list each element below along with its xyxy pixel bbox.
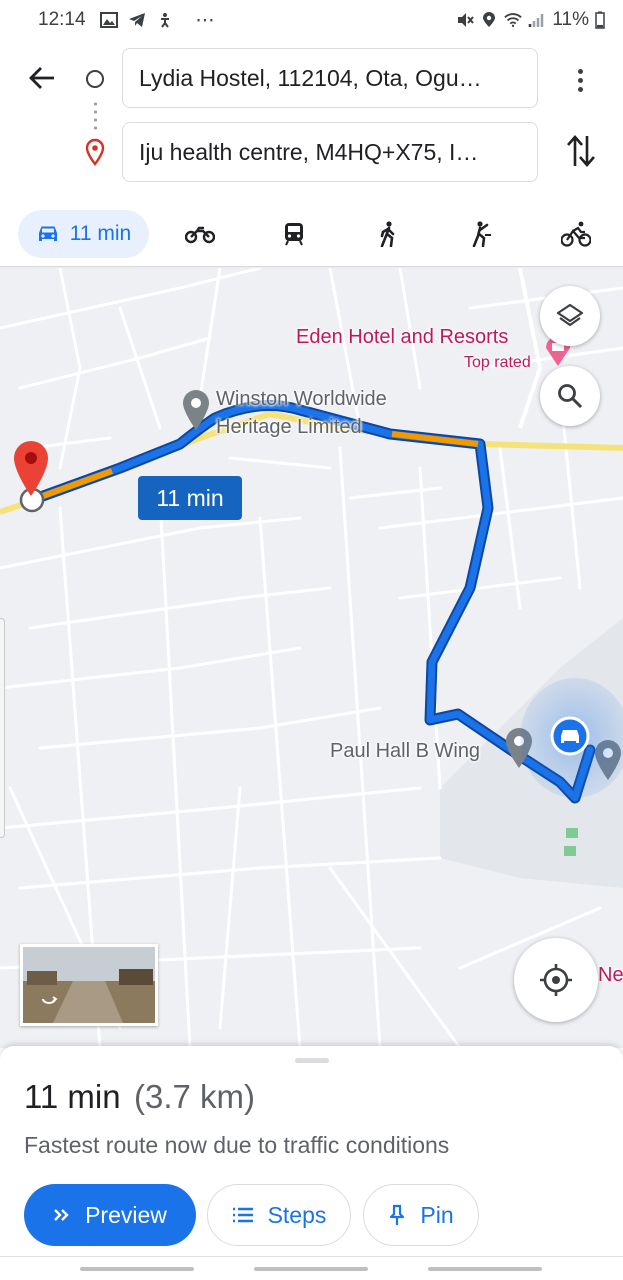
route-duration: 11 min [24, 1078, 121, 1115]
mode-walking[interactable] [341, 210, 435, 258]
status-bar: 12:14 ⋯ 11% [0, 0, 623, 40]
wifi-icon [504, 13, 523, 28]
walk-icon [380, 221, 395, 247]
map-search-button[interactable] [540, 366, 600, 426]
steps-label: Steps [267, 1201, 327, 1228]
park-icon [564, 828, 578, 856]
signal-icon [529, 14, 544, 27]
route-eta-badge[interactable]: 11 min [138, 476, 242, 520]
accessibility-icon [160, 13, 169, 28]
map-label-edge: Ne [598, 964, 623, 986]
street-view-thumbnail[interactable] [20, 944, 158, 1026]
nav-recents-button[interactable] [80, 1267, 194, 1271]
nav-home-button[interactable] [254, 1267, 368, 1271]
travel-mode-bar: 11 min [0, 200, 623, 268]
location-icon [483, 12, 496, 27]
pin-icon [390, 1204, 405, 1225]
pin-button[interactable]: Pin [363, 1184, 479, 1246]
origin-field[interactable]: Lydia Hostel, 112104, Ota, Ogu… [122, 48, 538, 108]
crosshair-icon [540, 964, 572, 996]
more-options-button[interactable] [566, 62, 594, 98]
layers-icon [556, 303, 584, 327]
destination-pin-icon [85, 138, 105, 166]
directions-header: Lydia Hostel, 112104, Ota, Ogu… Iju heal… [0, 40, 623, 268]
map-label-winston-2[interactable]: Heritage Limited [216, 414, 362, 440]
street-view-image [23, 947, 155, 1023]
swap-directions-button[interactable] [564, 132, 598, 170]
battery-percent: 11% [552, 9, 589, 30]
telegram-icon [128, 13, 145, 27]
left-edge-handle[interactable] [0, 618, 5, 838]
route-summary-sheet[interactable]: 11 min (3.7 km) Fastest route now due to… [0, 1046, 623, 1280]
transit-icon [284, 223, 303, 246]
mode-driving[interactable]: 11 min [18, 210, 149, 258]
motorcycle-icon [184, 226, 215, 244]
winston-pin-icon[interactable] [180, 388, 212, 432]
back-button[interactable] [24, 60, 60, 96]
gallery-icon [99, 12, 118, 28]
double-chevron-icon [54, 1209, 69, 1221]
mute-icon [458, 13, 475, 27]
destination-text: Iju health centre, M4HQ+X75, I… [139, 138, 479, 165]
map-view[interactable]: Eden Hotel and Resorts Top rated Winston… [0, 268, 623, 1048]
origin-circle-icon [86, 70, 104, 88]
mode-driving-time: 11 min [69, 222, 132, 245]
more-notifications-icon: ⋯ [195, 9, 215, 31]
destination-field[interactable]: Iju health centre, M4HQ+X75, I… [122, 122, 538, 182]
bike-icon [560, 221, 591, 247]
my-location-button[interactable] [514, 938, 598, 1022]
map-label-paul-hall[interactable]: Paul Hall B Wing [330, 738, 480, 764]
steps-button[interactable]: Steps [207, 1184, 351, 1246]
preview-button[interactable]: Preview [24, 1184, 196, 1246]
mode-motorcycle[interactable] [153, 210, 247, 258]
map-label-eden-top-rated: Top rated [464, 354, 531, 371]
sheet-drag-handle[interactable] [295, 1058, 329, 1063]
pin-label: Pin [420, 1201, 454, 1228]
route-distance: (3.7 km) [134, 1078, 256, 1115]
mode-cycling[interactable] [529, 210, 623, 258]
vehicle-location-icon [550, 716, 590, 756]
origin-text: Lydia Hostel, 112104, Ota, Ogu… [139, 64, 482, 91]
route-dots-icon [94, 100, 97, 130]
route-note: Fastest route now due to traffic conditi… [24, 1132, 450, 1158]
mode-transit[interactable] [247, 210, 341, 258]
preview-label: Preview [85, 1201, 167, 1228]
search-icon [558, 384, 583, 409]
system-nav-bar [0, 1256, 623, 1280]
map-label-winston-1[interactable]: Winston Worldwide [216, 386, 387, 412]
ride-icon [472, 221, 491, 247]
list-icon [232, 1207, 253, 1223]
nav-back-button[interactable] [428, 1267, 542, 1271]
car-icon [38, 226, 57, 241]
origin-marker-icon [14, 441, 48, 496]
map-label-eden-hotel[interactable]: Eden Hotel and Resorts [296, 324, 508, 350]
map-canvas [0, 268, 623, 1048]
status-time: 12:14 [38, 9, 86, 30]
mode-ride[interactable] [435, 210, 529, 258]
map-layers-button[interactable] [540, 286, 600, 346]
battery-icon [595, 11, 605, 29]
arrow-back-icon [29, 67, 54, 89]
